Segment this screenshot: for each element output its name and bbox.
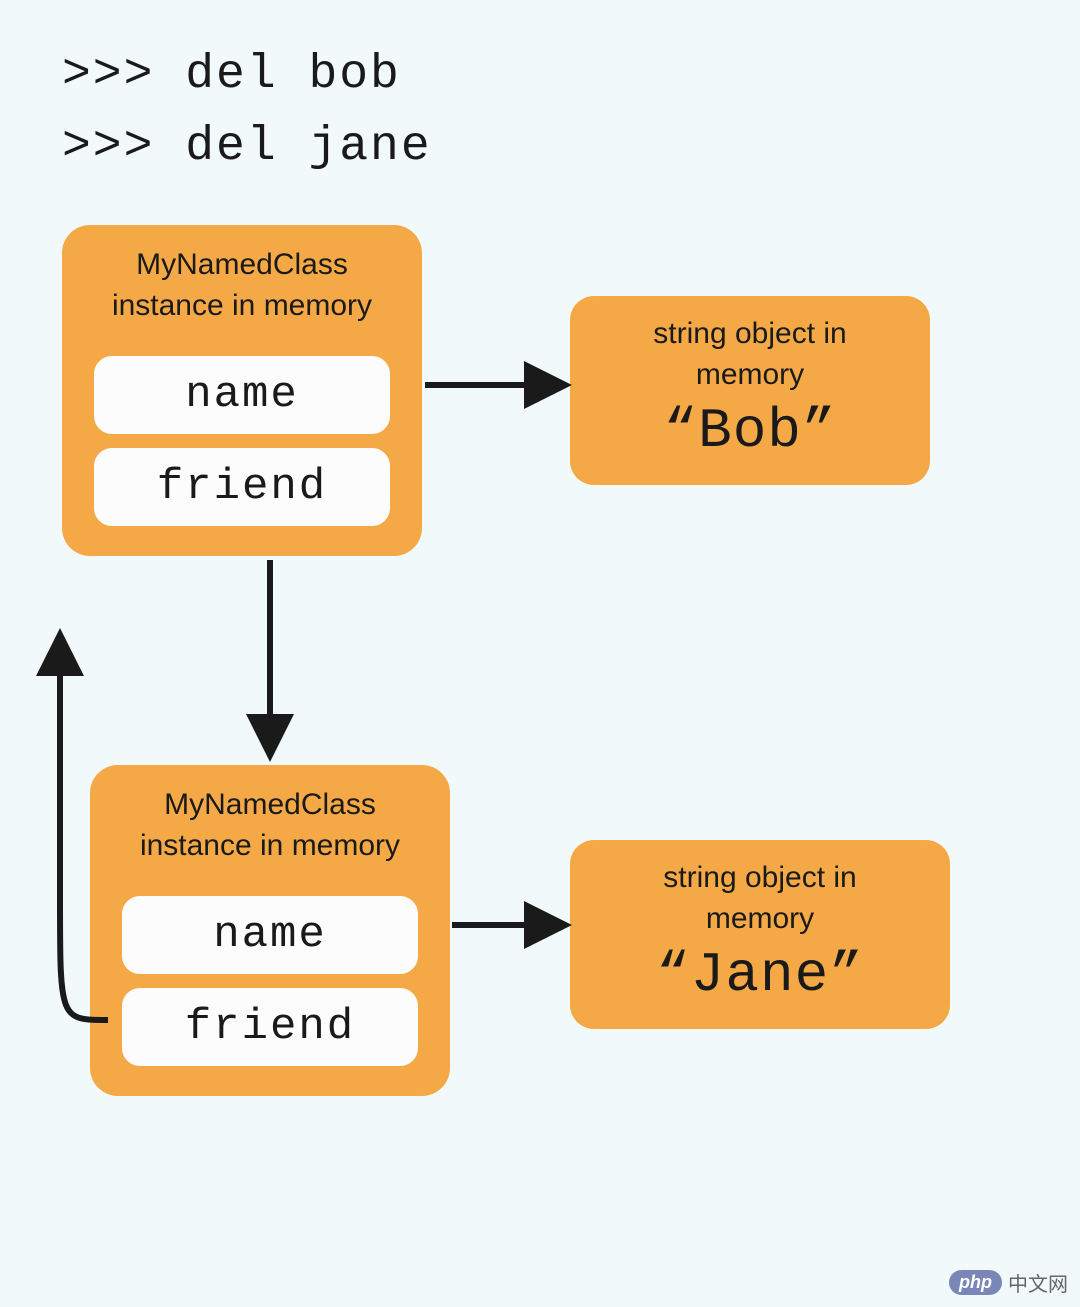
string-bob-title-line1: string object in — [653, 317, 846, 350]
diagram-canvas: >>> del bob >>> del jane MyNamedClass in… — [0, 0, 1080, 1307]
instance-1-attr-friend: friend — [92, 446, 392, 528]
string-jane-title: string object in memory — [598, 858, 922, 939]
instance-box-1: MyNamedClass instance in memory name fri… — [62, 225, 422, 556]
string-bob-value: “Bob” — [598, 399, 902, 463]
arrows-layer — [0, 0, 1080, 1307]
string-bob-title-line2: memory — [696, 358, 804, 391]
instance-1-title: MyNamedClass instance in memory — [112, 245, 372, 326]
code-line-2: >>> del jane — [62, 120, 432, 174]
string-jane-title-line1: string object in — [663, 861, 856, 894]
instance-1-attr-name: name — [92, 354, 392, 436]
watermark-text: 中文网 — [1008, 1268, 1068, 1297]
string-box-jane: string object in memory “Jane” — [570, 840, 950, 1029]
instance-2-title-line1: MyNamedClass — [164, 788, 376, 821]
instance-1-title-line1: MyNamedClass — [136, 248, 348, 281]
instance-1-title-line2: instance in memory — [112, 289, 372, 322]
code-line-1: >>> del bob — [62, 48, 401, 102]
instance-2-attr-name: name — [120, 894, 420, 976]
watermark: php 中文网 — [949, 1268, 1068, 1297]
watermark-badge: php — [949, 1270, 1002, 1295]
string-bob-title: string object in memory — [598, 314, 902, 395]
instance-2-title: MyNamedClass instance in memory — [140, 785, 400, 866]
instance-box-2: MyNamedClass instance in memory name fri… — [90, 765, 450, 1096]
string-jane-title-line2: memory — [706, 902, 814, 935]
string-jane-value: “Jane” — [598, 943, 922, 1007]
instance-2-attr-friend: friend — [120, 986, 420, 1068]
string-box-bob: string object in memory “Bob” — [570, 296, 930, 485]
instance-2-title-line2: instance in memory — [140, 829, 400, 862]
